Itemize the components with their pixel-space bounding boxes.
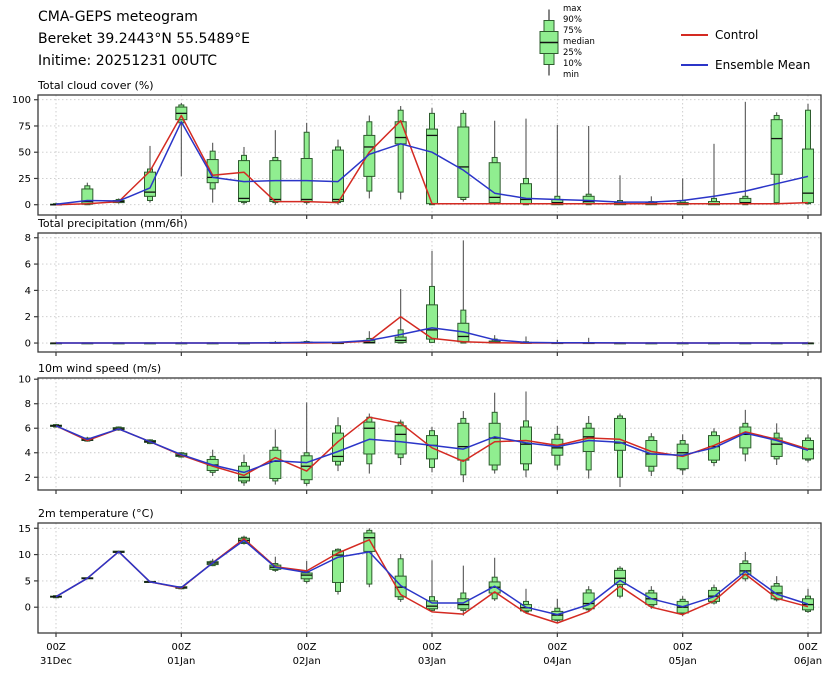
- y-tick-label: 4: [25, 286, 31, 297]
- box-whisker-legend-glyph: [535, 4, 565, 82]
- axis-ticks-and-labels: 0 5 10 15: [18, 524, 808, 637]
- panel-title: 10m wind speed (m/s): [38, 362, 161, 375]
- panel-title: Total precipitation (mm/6h): [37, 217, 188, 230]
- boxplot-stat-label: min: [563, 70, 595, 81]
- y-tick-label: 6: [25, 260, 31, 271]
- x-tick-time: 00Z: [422, 642, 442, 653]
- figure-header: CMA-GEPS meteogram Bereket 39.2443°N 55.…: [38, 6, 250, 72]
- boxplot-legend: max 90% 75% median 25% 10% min: [563, 4, 595, 81]
- y-tick-label: 15: [18, 524, 31, 535]
- boxplot-stat-label: median: [563, 37, 595, 48]
- y-tick-label: 10: [18, 550, 31, 561]
- x-tick-date: 03Jan: [418, 656, 446, 667]
- y-tick-label: 2: [25, 312, 31, 323]
- legend-p75-p90-box: [544, 21, 554, 32]
- boxplot-stat-label: 25%: [563, 48, 595, 59]
- panel-2m-temperature-c: 0 5 10 15 2m temperature (°C) 00Z 31Dec 00Z 01Ja…: [18, 507, 822, 667]
- ensemble-boxes: [51, 528, 814, 623]
- figure-title: CMA-GEPS meteogram: [38, 6, 250, 28]
- x-axis-labels: 00Z 31Dec 00Z 01Jan 00Z 02Jan 00Z 03Jan 00Z 04Jan…: [40, 642, 822, 667]
- boxplot-stat-label: 75%: [563, 26, 595, 37]
- y-tick-label: 100: [12, 95, 31, 106]
- x-tick-time: 00Z: [172, 642, 192, 653]
- panel-title: 2m temperature (°C): [38, 507, 154, 520]
- boxplot-stat-label: 90%: [563, 15, 595, 26]
- y-tick-label: 50: [18, 148, 31, 159]
- panel-frame: [38, 523, 821, 633]
- x-tick-time: 00Z: [548, 642, 568, 653]
- x-tick-date: 31Dec: [40, 656, 72, 667]
- y-tick-label: 8: [25, 399, 31, 410]
- x-tick-date: 02Jan: [293, 656, 321, 667]
- legend-p10-p25-box: [544, 54, 554, 65]
- boxplot-stat-label: max: [563, 4, 595, 15]
- boxplot-stat-label: 10%: [563, 59, 595, 70]
- figure-inittime: Initime: 20251231 00UTC: [38, 50, 250, 72]
- legend-control-label: Control: [715, 28, 758, 42]
- panel-title: Total cloud cover (%): [37, 79, 154, 92]
- y-tick-label: 10: [18, 375, 31, 386]
- meteogram-chart: 0255075100Total cloud cover (%)02468Tota…: [0, 0, 834, 680]
- figure-location: Bereket 39.2443°N 55.5489°E: [38, 28, 250, 50]
- legend-ensemble-mean-label: Ensemble Mean: [715, 58, 810, 72]
- y-tick-label: 2: [25, 473, 31, 484]
- axis-ticks-and-labels: 2 4 6 8 10: [18, 375, 808, 494]
- axis-ticks-and-labels: 0 2 4 6 8: [25, 233, 808, 356]
- y-tick-label: 25: [18, 174, 31, 185]
- y-tick-label: 4: [25, 448, 31, 459]
- panel-10m-wind-speed-m-s: 2 4 6 8 10 10m wind speed (m/s): [18, 362, 821, 494]
- gridlines: [38, 523, 821, 633]
- x-tick-date: 05Jan: [669, 656, 697, 667]
- x-tick-date: 01Jan: [167, 656, 195, 667]
- panel-total-precipitation-mm-6h: 0 2 4 6 8 Total precipitation (mm/6h): [25, 217, 821, 356]
- x-tick-time: 00Z: [673, 642, 693, 653]
- x-tick-time: 00Z: [46, 642, 66, 653]
- panel-total-cloud-cover: 0 25 50 75 100 Total cloud cover (%): [12, 79, 821, 219]
- ensemble-boxes: [51, 102, 814, 205]
- x-tick-date: 04Jan: [543, 656, 571, 667]
- ensemble-mean-line-swatch: [681, 64, 708, 66]
- ensemble-boxes: [51, 391, 814, 487]
- y-tick-label: 0: [25, 200, 31, 211]
- y-tick-label: 75: [18, 121, 31, 132]
- control-line-swatch: [681, 34, 708, 36]
- y-tick-label: 0: [25, 603, 31, 614]
- y-tick-label: 0: [25, 339, 31, 350]
- y-tick-label: 5: [25, 576, 31, 587]
- y-tick-label: 6: [25, 424, 31, 435]
- meteogram-figure: 0255075100Total cloud cover (%)02468Tota…: [0, 0, 834, 680]
- x-tick-time: 00Z: [297, 642, 317, 653]
- x-tick-date: 06Jan: [794, 656, 822, 667]
- y-tick-label: 8: [25, 233, 31, 244]
- x-tick-time: 00Z: [798, 642, 818, 653]
